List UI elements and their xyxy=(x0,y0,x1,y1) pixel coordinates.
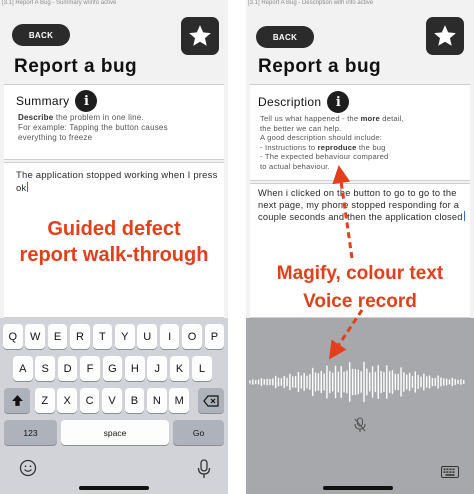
key-u[interactable]: U xyxy=(137,324,157,349)
key-n[interactable]: N xyxy=(147,388,167,413)
page-title: Report a bug xyxy=(14,56,138,77)
key-j[interactable]: J xyxy=(147,356,167,381)
summary-screen: [3.1] Report A Bug - Summary w/info acti… xyxy=(0,0,228,494)
key-d[interactable]: D xyxy=(57,356,78,381)
key-k[interactable]: K xyxy=(169,356,190,381)
arrow-down-to-voice xyxy=(329,309,364,360)
key-i[interactable]: I xyxy=(159,324,180,349)
key-g[interactable]: G xyxy=(102,356,123,381)
shift-key[interactable] xyxy=(4,388,30,413)
arrow-up-to-hint xyxy=(332,165,354,259)
key-c[interactable]: C xyxy=(79,388,100,413)
key-e[interactable]: E xyxy=(47,324,68,349)
key-l[interactable]: L xyxy=(192,356,212,381)
home-indicator[interactable] xyxy=(79,486,149,490)
key-v[interactable]: V xyxy=(102,388,122,413)
star-icon xyxy=(189,25,211,46)
key-q[interactable]: Q xyxy=(3,324,23,349)
key-x[interactable]: X xyxy=(57,388,77,413)
summary-header: Summary i xyxy=(16,90,98,112)
screen-caption: [3.1] Report A Bug - Summary w/info acti… xyxy=(2,0,117,6)
info-icon[interactable]: i xyxy=(75,90,98,112)
key-o[interactable]: O xyxy=(182,324,202,349)
key-s[interactable]: S xyxy=(35,356,55,381)
emoji-key[interactable] xyxy=(19,459,37,477)
favorite-button[interactable] xyxy=(181,17,219,55)
numbers-key[interactable]: 123 xyxy=(4,420,57,445)
annotation-guided: Guided defect report walk-through xyxy=(19,218,209,266)
annotation-arrows xyxy=(329,165,364,360)
backspace-icon xyxy=(203,394,219,407)
back-button[interactable]: BACK xyxy=(12,24,70,46)
emoji-icon xyxy=(19,459,37,477)
shift-arrow-icon xyxy=(11,395,23,406)
description-screen: [3.1] Report A Bug - Description with in… xyxy=(246,0,474,494)
key-r[interactable]: R xyxy=(70,324,90,349)
key-z[interactable]: Z xyxy=(35,388,55,413)
annotation-magnify: Magify, colour text Voice record xyxy=(276,263,444,312)
key-b[interactable]: B xyxy=(124,388,145,413)
key-w[interactable]: W xyxy=(25,324,45,349)
on-screen-keyboard: QWERTYUIOP ASDFGHJKL ZXCVBNM 123 space G… xyxy=(0,318,228,494)
space-key[interactable]: space xyxy=(61,420,169,445)
microphone-icon xyxy=(197,459,211,478)
summary-hint: Describe the problem in one line. For ex… xyxy=(18,113,168,142)
key-y[interactable]: Y xyxy=(115,324,135,349)
dictation-key[interactable] xyxy=(197,459,211,479)
text-cursor xyxy=(27,181,29,192)
key-p[interactable]: P xyxy=(204,324,225,349)
key-h[interactable]: H xyxy=(125,356,145,381)
summary-input[interactable]: The application stopped working when I p… xyxy=(16,170,226,194)
go-key[interactable]: Go xyxy=(173,420,224,445)
summary-label: Summary xyxy=(16,94,70,108)
key-a[interactable]: A xyxy=(13,356,33,381)
key-f[interactable]: F xyxy=(80,356,100,381)
summary-info-card: Summary i Describe the problem in one li… xyxy=(4,84,224,160)
key-m[interactable]: M xyxy=(169,388,189,413)
backspace-key[interactable] xyxy=(198,388,224,413)
key-t[interactable]: T xyxy=(92,324,113,349)
